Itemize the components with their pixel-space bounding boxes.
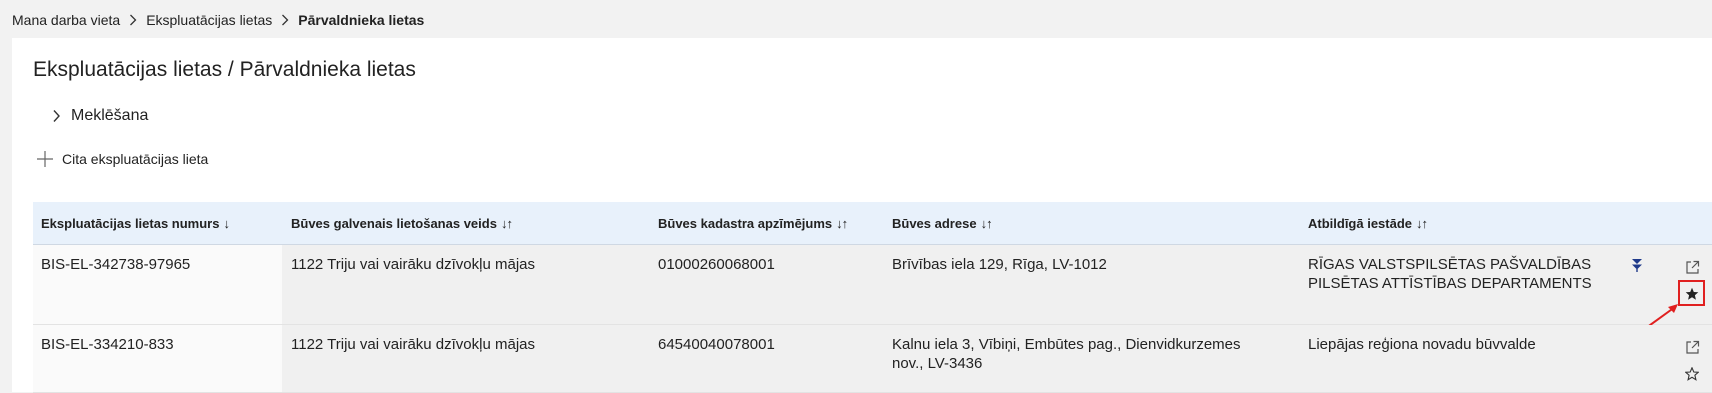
usage-cell: 1122 Triju vai vairāku dzīvokļu mājas — [291, 256, 535, 273]
column-header-cadastre[interactable]: Būves kadastra apzīmējums ↓↑ — [658, 202, 848, 244]
open-external-icon[interactable] — [1683, 258, 1701, 276]
column-header-label: Būves adrese — [892, 215, 977, 231]
breadcrumb-item-manager-files: Pārvaldnieka lietas — [298, 12, 425, 28]
star-outline-icon[interactable] — [1682, 364, 1702, 384]
add-other-operation-file-button[interactable]: Cita ekspluatācijas lieta — [36, 147, 208, 171]
plus-icon — [36, 150, 54, 168]
chevron-right-icon — [281, 14, 289, 26]
cadastre-cell: 64540040078001 — [658, 336, 775, 353]
open-external-icon[interactable] — [1683, 338, 1701, 356]
table-row[interactable]: BIS-EL-334210-833 1122 Triju vai vairāku… — [33, 325, 1712, 393]
search-toggle[interactable]: Meklēšana — [52, 105, 148, 127]
usage-cell: 1122 Triju vai vairāku dzīvokļu mājas — [291, 336, 535, 353]
search-toggle-label: Meklēšana — [71, 107, 149, 124]
column-header-usage-type[interactable]: Būves galvenais lietošanas veids ↓↑ — [291, 202, 513, 244]
address-cell: Brīvības iela 129, Rīga, LV-1012 — [892, 256, 1107, 273]
breadcrumb: Mana darba vieta Ekspluatācijas lietas P… — [12, 10, 424, 30]
column-header-label: Atbildīgā iestāde — [1308, 215, 1413, 231]
column-header-authority[interactable]: Atbildīgā iestāde ↓↑ — [1308, 202, 1428, 244]
sort-indicator-icon: ↓↑ — [500, 215, 513, 231]
address-cell: Kalnu iela 3, Vībiņi, Embūtes pag., Dien… — [892, 336, 1241, 372]
breadcrumb-item-my-workplace[interactable]: Mana darba vieta — [12, 12, 120, 28]
authority-cell: RĪGAS VALSTSPILSĒTAS PAŠVALDĪBAS PILSĒTA… — [1308, 256, 1592, 292]
chevron-right-icon — [52, 109, 61, 123]
authority-cell: Liepājas reģiona novadu būvvalde — [1308, 336, 1536, 353]
table-header: Ekspluatācijas lietas numurs ↓ Būves gal… — [33, 202, 1712, 245]
breadcrumb-item-operation-files[interactable]: Ekspluatācijas lietas — [146, 12, 272, 28]
page-title: Ekspluatācijas lietas / Pārvaldnieka lie… — [33, 58, 416, 81]
file-number-cell[interactable]: BIS-EL-342738-97965 — [41, 255, 190, 274]
column-header-label: Būves kadastra apzīmējums — [658, 215, 833, 231]
sort-indicator-icon: ↓↑ — [980, 215, 993, 231]
chevron-right-icon — [129, 14, 137, 26]
sort-indicator-icon: ↓ — [223, 215, 229, 231]
pin-icon[interactable] — [1629, 257, 1645, 273]
sort-indicator-icon: ↓↑ — [836, 215, 848, 231]
column-header-address[interactable]: Būves adrese ↓↑ — [892, 202, 993, 244]
table-row[interactable]: BIS-EL-342738-97965 1122 Triju vai vairā… — [33, 245, 1712, 329]
cadastre-cell: 01000260068001 — [658, 256, 775, 273]
main-panel: Ekspluatācijas lietas / Pārvaldnieka lie… — [12, 38, 1712, 393]
sort-indicator-icon: ↓↑ — [1416, 215, 1428, 231]
column-header-label: Ekspluatācijas lietas numurs — [41, 215, 220, 231]
file-number-cell[interactable]: BIS-EL-334210-833 — [41, 335, 174, 354]
add-link-label: Cita ekspluatācijas lieta — [62, 151, 209, 167]
column-header-file-number[interactable]: Ekspluatācijas lietas numurs ↓ — [41, 202, 230, 244]
operation-files-table: Ekspluatācijas lietas numurs ↓ Būves gal… — [33, 202, 1712, 393]
column-header-label: Būves galvenais lietošanas veids — [291, 215, 497, 231]
